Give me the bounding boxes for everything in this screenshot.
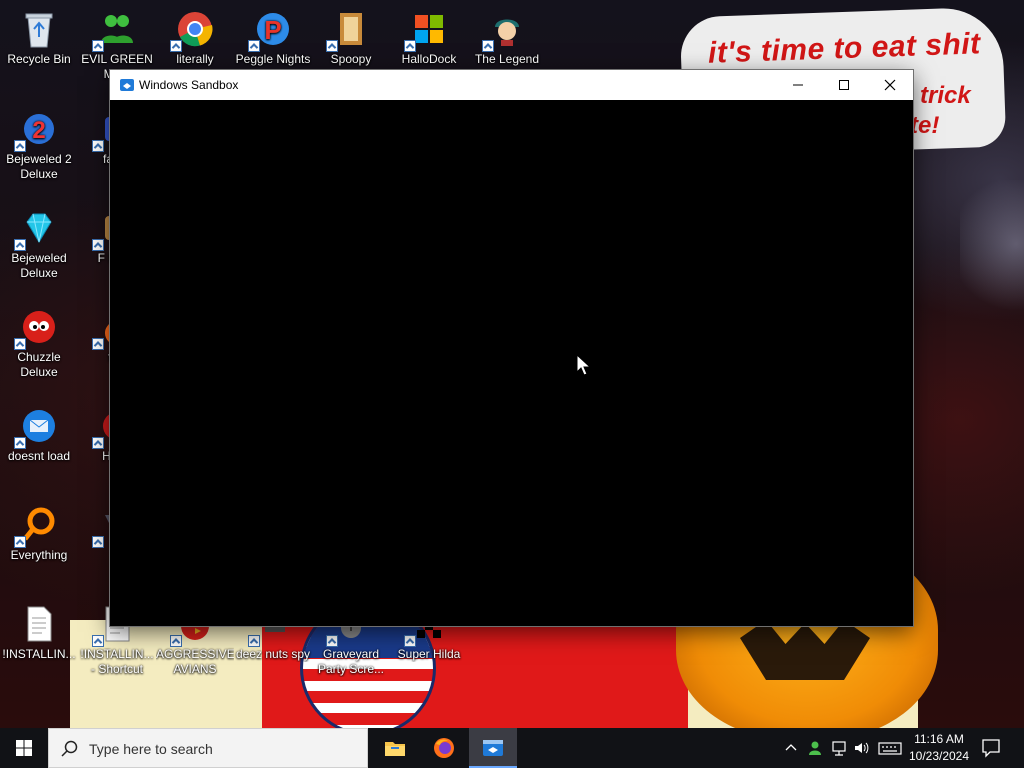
desktop-icon-peggle-nights[interactable]: P Peggle Nights <box>234 8 312 67</box>
wallpaper-speech-text-2: trick <box>920 82 971 109</box>
search-icon <box>61 740 78 757</box>
desktop-icon-chuzzle[interactable]: Chuzzle Deluxe <box>0 306 78 380</box>
desktop-icon-hallodock[interactable]: HalloDock <box>390 8 468 67</box>
icon-label: Bejeweled 2 Deluxe <box>6 152 72 181</box>
desktop: it's time to eat shit trick te! Recycle … <box>0 0 1024 728</box>
window-titlebar[interactable]: Windows Sandbox <box>110 70 913 100</box>
icon-label: literally <box>176 52 214 66</box>
icon-label: HalloDock <box>401 52 457 66</box>
clock-time: 11:16 AM <box>914 732 964 746</box>
close-icon <box>884 79 896 91</box>
shortcut-arrow-icon <box>14 536 26 548</box>
shortcut-arrow-icon <box>14 239 26 251</box>
sandbox-app-icon <box>483 740 503 756</box>
icon-label: Peggle Nights <box>235 52 311 66</box>
mouse-cursor-icon <box>576 354 590 376</box>
shortcut-arrow-icon <box>404 635 416 647</box>
maximize-button[interactable] <box>821 70 867 100</box>
shortcut-arrow-icon <box>326 40 338 52</box>
icon-label: Super Hilda <box>397 647 461 661</box>
shortcut-arrow-icon <box>248 635 260 647</box>
shortcut-arrow-icon <box>326 635 338 647</box>
icon-label: !INSTALLIN... - Shortcut <box>80 647 154 676</box>
icon-label: Chuzzle Deluxe <box>17 350 61 379</box>
keyboard-icon[interactable] <box>878 739 902 757</box>
shortcut-arrow-icon <box>482 40 494 52</box>
svg-text:2: 2 <box>32 117 45 144</box>
sandbox-display-area[interactable] <box>110 100 913 626</box>
icon-label: deez nuts spy <box>235 647 311 661</box>
icon-label: Graveyard Party Scre... <box>317 647 385 676</box>
shortcut-arrow-icon <box>404 40 416 52</box>
desktop-icon-spoopy[interactable]: Spoopy <box>312 8 390 67</box>
shortcut-arrow-icon <box>92 536 104 548</box>
desktop-icon-everything[interactable]: Everything <box>0 504 78 563</box>
svg-text:P: P <box>264 15 281 45</box>
icon-label: doesnt load <box>7 449 71 463</box>
icon-label: Everything <box>10 548 68 562</box>
start-button[interactable] <box>0 728 48 768</box>
windows-sandbox-window[interactable]: Windows Sandbox <box>110 70 913 626</box>
shortcut-arrow-icon <box>248 40 260 52</box>
window-title: Windows Sandbox <box>139 78 239 92</box>
icon-label: The Legend <box>474 52 540 66</box>
shortcut-arrow-icon <box>170 635 182 647</box>
wallpaper-speech-text-3: te! <box>910 112 940 139</box>
search-placeholder: Type here to search <box>89 741 213 757</box>
shortcut-arrow-icon <box>14 437 26 449</box>
notification-icon[interactable] <box>980 738 1002 758</box>
network-icon[interactable] <box>830 739 848 757</box>
icon-label: !INSTALLIN... <box>2 647 76 661</box>
shortcut-arrow-icon <box>92 437 104 449</box>
taskbar-firefox[interactable] <box>420 728 468 768</box>
windows-start-icon <box>16 740 32 756</box>
shortcut-arrow-icon <box>14 140 26 152</box>
desktop-icon-bejeweled[interactable]: Bejeweled Deluxe <box>0 207 78 281</box>
desktop-icon-recycle-bin[interactable]: Recycle Bin <box>0 8 78 67</box>
text-document-icon <box>27 606 52 642</box>
maximize-icon <box>839 80 849 90</box>
taskbar-windows-sandbox[interactable] <box>469 728 517 768</box>
desktop-icon-the-legend[interactable]: The Legend <box>468 8 546 67</box>
icon-label: AGGRESSIVE AVIANS <box>156 647 234 676</box>
firefox-icon <box>434 738 454 758</box>
shortcut-arrow-icon <box>14 338 26 350</box>
minimize-button[interactable] <box>775 70 821 100</box>
desktop-icon-doesnt-load[interactable]: doesnt load <box>0 405 78 464</box>
taskbar: Type here to search 11:16 AM 10/23/2024 <box>0 728 1024 768</box>
shortcut-arrow-icon <box>92 140 104 152</box>
shortcut-arrow-icon <box>170 40 182 52</box>
icon-label: Recycle Bin <box>7 52 71 66</box>
shortcut-arrow-icon <box>92 338 104 350</box>
icon-label: Bejeweled Deluxe <box>11 251 67 280</box>
close-button[interactable] <box>867 70 913 100</box>
icon-label: Spoopy <box>330 52 372 66</box>
chevron-up-icon[interactable] <box>782 739 800 757</box>
volume-icon[interactable] <box>852 739 870 757</box>
clock-date: 10/23/2024 <box>908 749 970 763</box>
wallpaper-moon <box>960 180 1024 340</box>
recycle-bin-icon <box>25 13 53 48</box>
taskbar-search-box[interactable]: Type here to search <box>48 728 368 768</box>
taskbar-clock[interactable]: 11:16 AM 10/23/2024 <box>904 731 974 765</box>
sandbox-app-icon <box>120 79 134 91</box>
minimize-icon <box>793 84 803 86</box>
desktop-icon-literally[interactable]: literally <box>156 8 234 67</box>
shortcut-arrow-icon <box>92 40 104 52</box>
desktop-icon-installing[interactable]: !INSTALLIN... <box>0 603 78 662</box>
shortcut-arrow-icon <box>92 635 104 647</box>
user-status-icon[interactable] <box>806 739 824 757</box>
desktop-icon-bejeweled-2[interactable]: 2 Bejeweled 2 Deluxe <box>0 108 78 182</box>
shortcut-arrow-icon <box>92 239 104 251</box>
taskbar-file-explorer[interactable] <box>371 728 419 768</box>
folder-icon <box>385 742 405 756</box>
